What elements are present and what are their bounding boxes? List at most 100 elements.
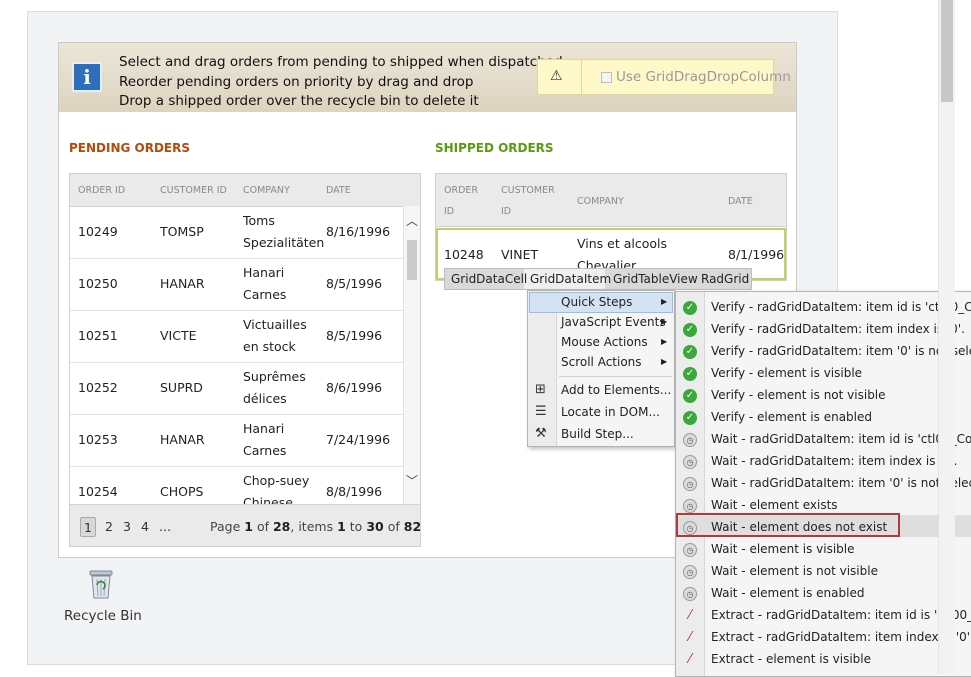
customer-id-cell: HANAR — [160, 276, 205, 291]
warning-icon: ⚠ — [550, 68, 563, 84]
order-id-cell: 10253 — [78, 432, 118, 447]
step-wait-item-id[interactable]: Wait - radGridDataItem: item id is 'ctl0… — [711, 432, 971, 446]
scroll-down-icon[interactable]: ﹀ — [404, 472, 420, 489]
step-verify-visible[interactable]: Verify - element is visible — [711, 366, 862, 380]
breadcrumb-griddatacell[interactable]: GridDataCell — [451, 272, 527, 286]
pending-orders-grid: ORDER ID CUSTOMER ID COMPANY DATE 10249 … — [69, 173, 421, 547]
pending-grid-scrollbar[interactable]: ︿ ﹀ — [403, 206, 420, 504]
breadcrumb-griddataitem[interactable]: GridDataItem — [530, 272, 611, 286]
hammer-icon: ⚒ — [535, 426, 547, 441]
table-row[interactable]: 10250 HANAR Hanari Carnes 8/5/1996 — [70, 258, 403, 311]
shipped-orders-title: SHIPPED ORDERS — [435, 141, 554, 155]
info-line-2: Reorder pending orders on priority by dr… — [119, 74, 474, 90]
submenu-arrow-icon: ▶ — [661, 317, 668, 326]
menu-quick-steps[interactable]: Quick Steps — [561, 295, 632, 309]
pager-page-4[interactable]: 4 — [141, 519, 149, 534]
date-cell: 8/1/1996 — [728, 247, 785, 262]
pager-page-3[interactable]: 3 — [123, 519, 131, 534]
step-verify-item-index[interactable]: Verify - radGridDataItem: item index is … — [711, 322, 965, 336]
dom-tree-icon: ☰ — [535, 404, 547, 419]
date-cell: 8/5/1996 — [326, 276, 383, 291]
step-verify-not-selected[interactable]: Verify - radGridDataItem: item '0' is no… — [711, 344, 971, 358]
menu-add-to-elements[interactable]: Add to Elements... — [561, 383, 671, 397]
recycle-bin-label: Recycle Bin — [64, 608, 142, 624]
info-line-3: Drop a shipped order over the recycle bi… — [119, 93, 479, 109]
header-order-id[interactable]: ORDER ID — [78, 185, 125, 196]
table-row[interactable]: 10253 HANAR Hanari Carnes 7/24/1996 — [70, 414, 403, 467]
company-cell-line2: Carnes — [243, 287, 287, 302]
drag-drop-column-checkbox[interactable] — [601, 72, 612, 83]
submenu-arrow-icon: ▶ — [661, 357, 668, 366]
wait-icon: ◷ — [683, 499, 697, 513]
toggle-separator — [581, 60, 582, 94]
page-scrollbar[interactable] — [938, 0, 955, 674]
pager-page-2[interactable]: 2 — [105, 519, 113, 534]
check-icon: ✓ — [683, 367, 697, 381]
submenu-arrow-icon: ▶ — [661, 337, 668, 346]
header-order-id-line2[interactable]: ID — [444, 206, 454, 217]
company-cell: Toms — [243, 213, 275, 228]
step-verify-enabled[interactable]: Verify - element is enabled — [711, 410, 872, 424]
header-customer-id-line2[interactable]: ID — [501, 206, 511, 217]
step-wait-item-index[interactable]: Wait - radGridDataItem: item index is '0… — [711, 454, 957, 468]
shipped-orders-grid: ORDER ID CUSTOMER ID COMPANY DATE 10248 … — [435, 173, 787, 281]
info-line-1: Select and drag orders from pending to s… — [119, 54, 563, 70]
table-row[interactable]: 10249 TOMSP Toms Spezialitäten 8/16/1996 — [70, 206, 403, 259]
menu-locate-in-dom[interactable]: Locate in DOM... — [561, 405, 660, 419]
table-row[interactable]: 10252 SUPRD Suprêmes délices 8/6/1996 — [70, 362, 403, 415]
header-company[interactable]: COMPANY — [577, 196, 624, 207]
customer-id-cell: TOMSP — [160, 224, 204, 239]
info-bar: i Select and drag orders from pending to… — [59, 43, 796, 112]
breadcrumb-radgrid[interactable]: RadGrid — [701, 272, 749, 286]
menu-build-step[interactable]: Build Step... — [561, 427, 634, 441]
step-extract-item-id[interactable]: Extract - radGridDataItem: item id is 'c… — [711, 608, 971, 622]
step-extract-item-index[interactable]: Extract - radGridDataItem: item index is… — [711, 630, 971, 644]
step-wait-exists[interactable]: Wait - element exists — [711, 498, 838, 512]
menu-javascript-events[interactable]: JavaScript Events — [561, 315, 666, 329]
order-id-cell: 10251 — [78, 328, 118, 343]
step-extract-visible[interactable]: Extract - element is visible — [711, 652, 871, 666]
step-wait-not-selected[interactable]: Wait - radGridDataItem: item '0' is not … — [711, 476, 971, 490]
drag-drop-column-label[interactable]: Use GridDragDropColumn — [616, 69, 791, 85]
check-icon: ✓ — [683, 301, 697, 315]
date-cell: 8/8/1996 — [326, 484, 383, 499]
annotation-highlight-box — [676, 513, 900, 537]
header-customer[interactable]: CUSTOMER — [501, 185, 555, 196]
table-row[interactable]: 10254 CHOPS Chop-suey Chinese 8/8/1996 — [70, 466, 403, 504]
table-row[interactable]: 10251 VICTE Victuailles en stock 8/5/199… — [70, 310, 403, 363]
step-wait-visible[interactable]: Wait - element is visible — [711, 542, 855, 556]
quick-steps-submenu: ✓ Verify - radGridDataItem: item id is '… — [675, 291, 971, 677]
submenu-arrow-icon: ▶ — [661, 297, 668, 306]
recycle-bin-icon[interactable] — [87, 568, 115, 600]
date-cell: 8/5/1996 — [326, 328, 383, 343]
breadcrumb-gridtableview[interactable]: GridTableView — [613, 272, 698, 286]
extract-icon: ⁄ — [688, 652, 692, 667]
company-cell: Chop-suey — [243, 473, 310, 488]
step-verify-not-visible[interactable]: Verify - element is not visible — [711, 388, 886, 402]
order-id-cell: 10248 — [444, 247, 484, 262]
scroll-up-icon[interactable]: ︿ — [404, 212, 420, 229]
shipped-grid-header: ORDER ID CUSTOMER ID COMPANY DATE — [436, 174, 786, 227]
header-date[interactable]: DATE — [326, 185, 351, 196]
header-order[interactable]: ORDER — [444, 185, 478, 196]
pager-more[interactable]: ... — [159, 519, 171, 534]
menu-gutter — [528, 291, 557, 446]
menu-mouse-actions[interactable]: Mouse Actions — [561, 335, 648, 349]
header-customer-id[interactable]: CUSTOMER ID — [160, 185, 227, 196]
pager-page-1[interactable]: 1 — [80, 517, 96, 537]
extract-icon: ⁄ — [688, 608, 692, 623]
grid-drag-drop-toggle[interactable]: ⚠ Use GridDragDropColumn — [537, 59, 791, 95]
date-cell: 8/6/1996 — [326, 380, 383, 395]
header-company[interactable]: COMPANY — [243, 185, 290, 196]
info-icon: i — [72, 62, 102, 92]
header-date[interactable]: DATE — [728, 196, 753, 207]
step-verify-item-id[interactable]: Verify - radGridDataItem: item id is 'ct… — [711, 300, 971, 314]
step-wait-not-visible[interactable]: Wait - element is not visible — [711, 564, 878, 578]
page-scroll-thumb[interactable] — [941, 0, 953, 102]
step-wait-enabled[interactable]: Wait - element is enabled — [711, 586, 864, 600]
company-cell-line2: en stock — [243, 339, 296, 354]
company-cell: Victuailles — [243, 317, 307, 332]
company-cell: Hanari — [243, 421, 285, 436]
scroll-thumb[interactable] — [407, 240, 417, 280]
menu-scroll-actions[interactable]: Scroll Actions — [561, 355, 642, 369]
